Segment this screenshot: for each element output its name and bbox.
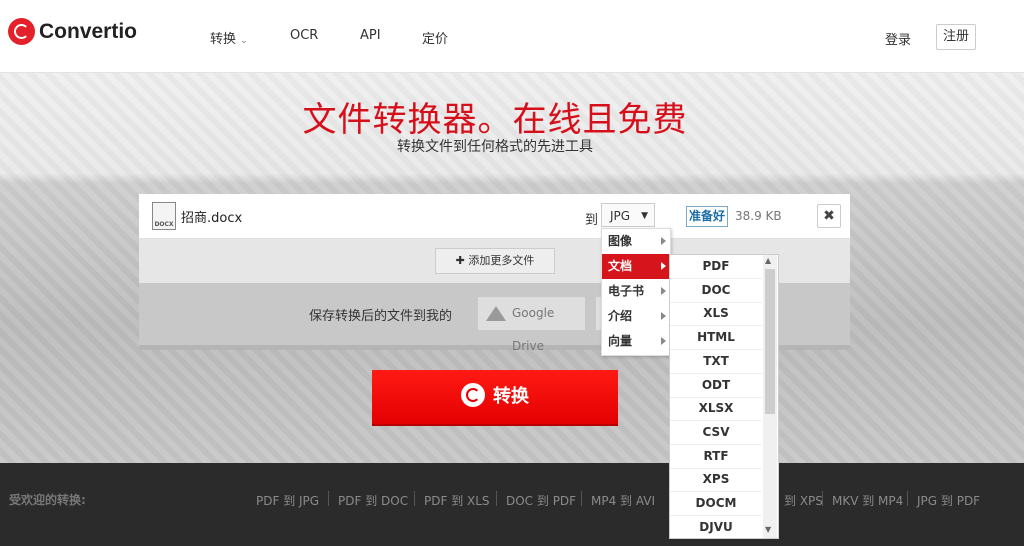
convert-label: 转换 xyxy=(493,386,529,407)
footer-link[interactable]: DOC 到 PDF xyxy=(506,492,576,509)
chevron-right-icon xyxy=(661,337,666,345)
footer-link[interactable]: PDF 到 JPG xyxy=(256,492,319,509)
category-label: 图像 xyxy=(608,234,633,248)
scroll-thumb[interactable] xyxy=(765,269,775,414)
chevron-right-icon xyxy=(661,262,666,270)
category-label: 向量 xyxy=(608,334,633,348)
format-option[interactable]: XLSX xyxy=(670,397,762,422)
format-option[interactable]: ODT xyxy=(670,374,762,398)
register-button[interactable]: 注册 xyxy=(936,24,976,50)
format-list-scrollbar[interactable]: ▲ ▼ xyxy=(763,255,777,538)
popular-conversions-label: 受欢迎的转换: xyxy=(9,493,86,507)
category-label: 电子书 xyxy=(608,284,645,298)
format-list: PDF DOC XLS HTML TXT ODT XLSX CSV RTF XP… xyxy=(669,254,779,539)
footer-link[interactable]: JPG 到 PDF xyxy=(917,492,980,509)
format-category-menu: 图像 文档 电子书 介绍 向量 xyxy=(601,228,671,356)
google-drive-label: Google Drive xyxy=(512,306,555,353)
close-icon: ✖ xyxy=(823,208,835,224)
chevron-down-icon: ⌄ xyxy=(240,36,248,46)
logo[interactable]: Convertio xyxy=(8,18,137,45)
nav-api[interactable]: API xyxy=(360,28,381,43)
file-type-label: DOCX xyxy=(154,221,174,228)
footer-divider xyxy=(328,491,329,506)
chevron-right-icon xyxy=(661,287,666,295)
format-option[interactable]: DOCM xyxy=(670,492,762,516)
add-more-files-label: 添加更多文件 xyxy=(468,254,535,267)
google-drive-button[interactable]: Google Drive xyxy=(478,297,585,353)
footer-link[interactable]: 到 XPS xyxy=(784,492,823,509)
category-vector[interactable]: 向量 xyxy=(602,329,670,354)
selected-format: JPG xyxy=(610,209,631,223)
convert-button[interactable]: 转换 xyxy=(372,370,618,426)
category-image[interactable]: 图像 xyxy=(602,229,670,254)
file-row: DOCX 招商.docx 到 JPG ▼ 准备好 38.9 KB ✖ xyxy=(139,194,850,239)
footer-divider xyxy=(822,491,823,506)
nav-convert[interactable]: 转换 ⌄ xyxy=(210,28,248,47)
footer: 受欢迎的转换: PDF 到 JPG PDF 到 DOC PDF 到 XLS DO… xyxy=(0,463,1024,546)
format-option[interactable]: RTF xyxy=(670,445,762,469)
footer-link[interactable]: MKV 到 MP4 xyxy=(832,492,903,509)
nav-ocr[interactable]: OCR xyxy=(290,28,318,43)
format-select[interactable]: JPG ▼ xyxy=(601,203,655,227)
add-more-files-button[interactable]: ✚ 添加更多文件 xyxy=(435,248,555,274)
plus-icon: ✚ xyxy=(455,254,465,267)
footer-divider xyxy=(907,491,908,506)
footer-link[interactable]: MP4 到 AVI xyxy=(591,492,655,509)
footer-link[interactable]: PDF 到 DOC xyxy=(338,492,408,509)
convert-icon xyxy=(461,383,485,407)
category-ebook[interactable]: 电子书 xyxy=(602,279,670,304)
scroll-up-icon[interactable]: ▲ xyxy=(765,256,771,265)
footer-divider xyxy=(581,491,582,506)
login-link[interactable]: 登录 xyxy=(885,29,911,48)
format-option[interactable]: DJVU xyxy=(670,516,762,538)
format-option[interactable]: PDF xyxy=(670,255,762,279)
category-label: 介绍 xyxy=(608,309,633,323)
footer-divider xyxy=(414,491,415,506)
format-option[interactable]: HTML xyxy=(670,326,762,351)
logo-text: Convertio xyxy=(39,19,138,43)
nav-pricing[interactable]: 定价 xyxy=(422,28,448,47)
page-subtitle: 转换文件到任何格式的先进工具 xyxy=(397,139,593,155)
format-option[interactable]: CSV xyxy=(670,421,762,445)
convertio-logo-icon xyxy=(8,18,35,45)
top-header: Convertio 转换 ⌄ OCR API 定价 登录 注册 xyxy=(0,0,1024,73)
category-presentation[interactable]: 介绍 xyxy=(602,304,670,329)
page-title: 文件转换器。在线且免费 xyxy=(302,100,688,140)
status-badge: 准备好 xyxy=(686,206,729,227)
format-option[interactable]: TXT xyxy=(670,350,762,374)
caret-down-icon: ▼ xyxy=(641,211,648,221)
format-option[interactable]: XPS xyxy=(670,468,762,493)
category-document[interactable]: 文档 xyxy=(602,254,670,279)
to-label: 到 xyxy=(585,213,599,228)
chevron-right-icon xyxy=(661,312,666,320)
remove-file-button[interactable]: ✖ xyxy=(817,204,841,228)
docx-file-icon: DOCX xyxy=(152,202,176,230)
file-size: 38.9 KB xyxy=(735,209,782,223)
save-to-label: 保存转换后的文件到我的 xyxy=(309,309,453,324)
nav-convert-label: 转换 xyxy=(210,32,237,47)
format-option[interactable]: DOC xyxy=(670,279,762,303)
file-name: 招商.docx xyxy=(181,211,243,226)
footer-divider xyxy=(496,491,497,506)
chevron-right-icon xyxy=(661,237,666,245)
format-option[interactable]: XLS xyxy=(670,302,762,327)
google-drive-icon xyxy=(486,306,506,321)
category-label: 文档 xyxy=(608,259,633,273)
scroll-down-icon[interactable]: ▼ xyxy=(765,525,771,534)
footer-link[interactable]: PDF 到 XLS xyxy=(424,492,490,509)
